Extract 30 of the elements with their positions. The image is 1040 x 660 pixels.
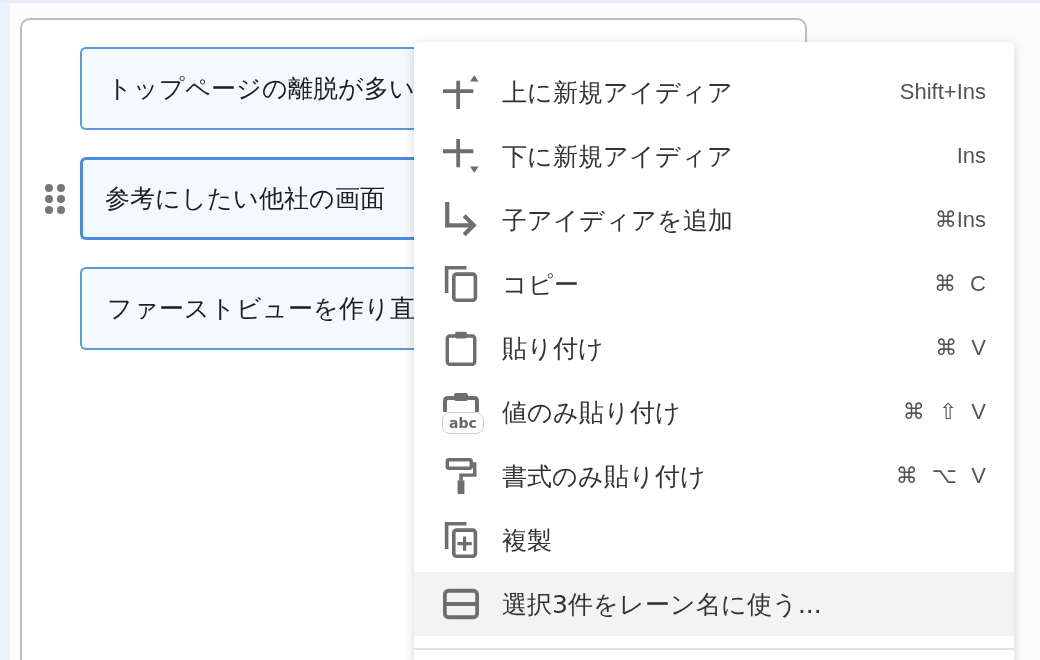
menu-item[interactable]: 上に新規アイディア Shift+Ins xyxy=(414,60,1014,124)
shortcut-text: ⌘ V xyxy=(935,335,986,361)
menu-item[interactable]: 書式のみ貼り付け ⌘ ⌥ V xyxy=(414,444,1014,508)
idea-card[interactable]: ファーストビューを作り直 xyxy=(80,267,414,350)
drag-handle-icon[interactable] xyxy=(45,183,65,214)
idea-card[interactable]: トップページの離脱が多い xyxy=(80,47,414,130)
menu-item[interactable]: 複製 xyxy=(414,508,1014,572)
shortcut-text: ⌘Ins xyxy=(934,207,986,233)
clipboard-icon xyxy=(443,391,479,412)
duplicate-icon xyxy=(443,522,479,558)
shortcut-text: ⌘ C xyxy=(934,271,986,297)
shortcut-text: Ins xyxy=(956,143,986,169)
menu-item[interactable]: abc 値のみ貼り付け ⌘ ⇧ V xyxy=(414,380,1014,444)
plus-up-icon xyxy=(443,74,479,110)
menu-item[interactable]: 選択3件をレーン名に使う... xyxy=(414,572,1014,636)
menu-item[interactable]: 下に新規アイディア Ins xyxy=(414,124,1014,188)
menu-item[interactable]: コピー ⌘ C xyxy=(414,252,1014,316)
shortcut-text: ⌘ ⇧ V xyxy=(902,399,986,425)
plus-down-icon xyxy=(443,138,479,174)
copy-icon xyxy=(443,266,479,302)
idea-card[interactable]: 参考にしたい他社の画面 xyxy=(80,157,414,240)
shortcut-text: ⌘ ⌥ V xyxy=(895,463,986,489)
paint-roller-icon xyxy=(443,458,479,494)
value-tag: abc xyxy=(442,412,484,434)
clipboard-icon xyxy=(443,330,479,366)
lane-icon xyxy=(443,586,479,622)
menu-item[interactable]: 貼り付け ⌘ V xyxy=(414,316,1014,380)
turn-arrow-icon xyxy=(443,202,479,238)
menu-item[interactable]: 子アイディアを追加 ⌘Ins xyxy=(414,188,1014,252)
shortcut-text: Shift+Ins xyxy=(899,79,986,105)
